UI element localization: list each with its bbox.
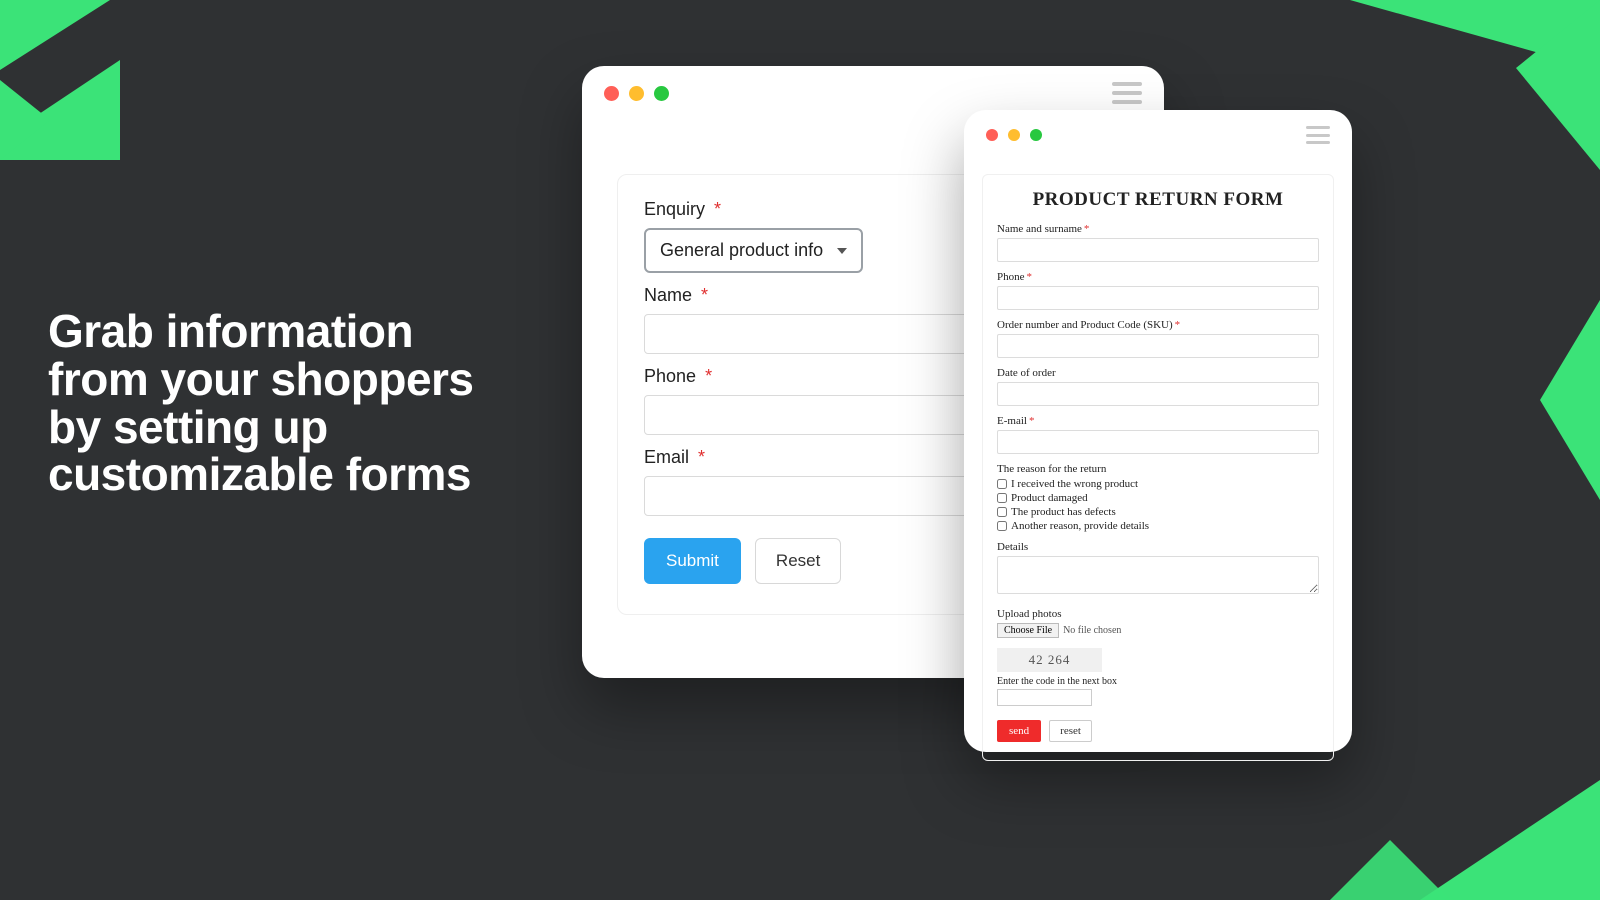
file-status-text: No file chosen [1063,625,1121,636]
reason-checkbox[interactable] [997,479,1007,489]
enquiry-label-text: Enquiry [644,199,705,219]
chevron-down-icon [837,248,847,254]
enquiry-selected-value: General product info [660,240,823,261]
return-email-label: E-mail* [997,415,1319,427]
hamburger-icon[interactable] [1112,82,1142,104]
captcha-code: 42 264 [997,648,1102,672]
reason-option[interactable]: I received the wrong product [997,478,1319,490]
reason-checkbox[interactable] [997,493,1007,503]
send-button[interactable]: send [997,720,1041,742]
reason-option[interactable]: Product damaged [997,492,1319,504]
choose-file-button[interactable]: Choose File [997,623,1059,638]
decor-triangle [1420,780,1600,900]
reason-checkbox[interactable] [997,521,1007,531]
return-date-label: Date of order [997,367,1319,379]
required-asterisk: * [705,366,712,386]
return-phone-label: Phone* [997,271,1319,283]
return-name-input[interactable] [997,238,1319,262]
return-phone-input[interactable] [997,286,1319,310]
name-label-text: Name [644,285,692,305]
window-titlebar [582,66,1164,114]
details-label: Details [997,541,1319,553]
return-date-input[interactable] [997,382,1319,406]
required-asterisk: * [1084,223,1090,235]
fullscreen-dot-icon[interactable] [654,86,669,101]
required-asterisk: * [1027,271,1033,283]
minimize-dot-icon[interactable] [1008,129,1020,141]
window-return-form: PRODUCT RETURN FORM Name and surname* Ph… [964,110,1352,752]
headline-text: Grab information from your shoppers by s… [48,308,508,499]
return-email-input[interactable] [997,430,1319,454]
upload-label: Upload photos [997,608,1319,620]
close-dot-icon[interactable] [986,129,998,141]
reason-option[interactable]: Another reason, provide details [997,520,1319,532]
phone-label-text: Phone [644,366,696,386]
reason-text: Product damaged [1011,492,1088,504]
enquiry-select[interactable]: General product info [644,228,863,273]
email-label-text: Email [644,447,689,467]
reason-text: I received the wrong product [1011,478,1138,490]
required-asterisk: * [714,199,721,219]
file-picker: Choose File No file chosen [997,623,1319,638]
reason-text: Another reason, provide details [1011,520,1149,532]
decor-triangle [1330,840,1450,900]
return-name-label: Name and surname* [997,223,1319,235]
required-asterisk: * [698,447,705,467]
reason-text: The product has defects [1011,506,1116,518]
traffic-lights [986,129,1042,141]
reset-button[interactable]: Reset [755,538,841,584]
fullscreen-dot-icon[interactable] [1030,129,1042,141]
minimize-dot-icon[interactable] [629,86,644,101]
captcha-label: Enter the code in the next box [997,676,1319,687]
reason-checkbox[interactable] [997,507,1007,517]
decor-triangle [1540,300,1600,500]
details-textarea[interactable] [997,556,1319,594]
return-order-input[interactable] [997,334,1319,358]
close-dot-icon[interactable] [604,86,619,101]
return-form-card: PRODUCT RETURN FORM Name and surname* Ph… [982,174,1334,761]
required-asterisk: * [1029,415,1035,427]
traffic-lights [604,86,669,101]
hamburger-icon[interactable] [1306,126,1330,144]
window-titlebar [964,110,1352,154]
submit-button[interactable]: Submit [644,538,741,584]
return-order-label: Order number and Product Code (SKU)* [997,319,1319,331]
return-reason-label: The reason for the return [997,463,1319,475]
required-asterisk: * [701,285,708,305]
required-asterisk: * [1175,319,1181,331]
reset-button-b[interactable]: reset [1049,720,1092,742]
return-form-title: PRODUCT RETURN FORM [997,189,1319,211]
captcha-input[interactable] [997,689,1092,706]
reason-option[interactable]: The product has defects [997,506,1319,518]
